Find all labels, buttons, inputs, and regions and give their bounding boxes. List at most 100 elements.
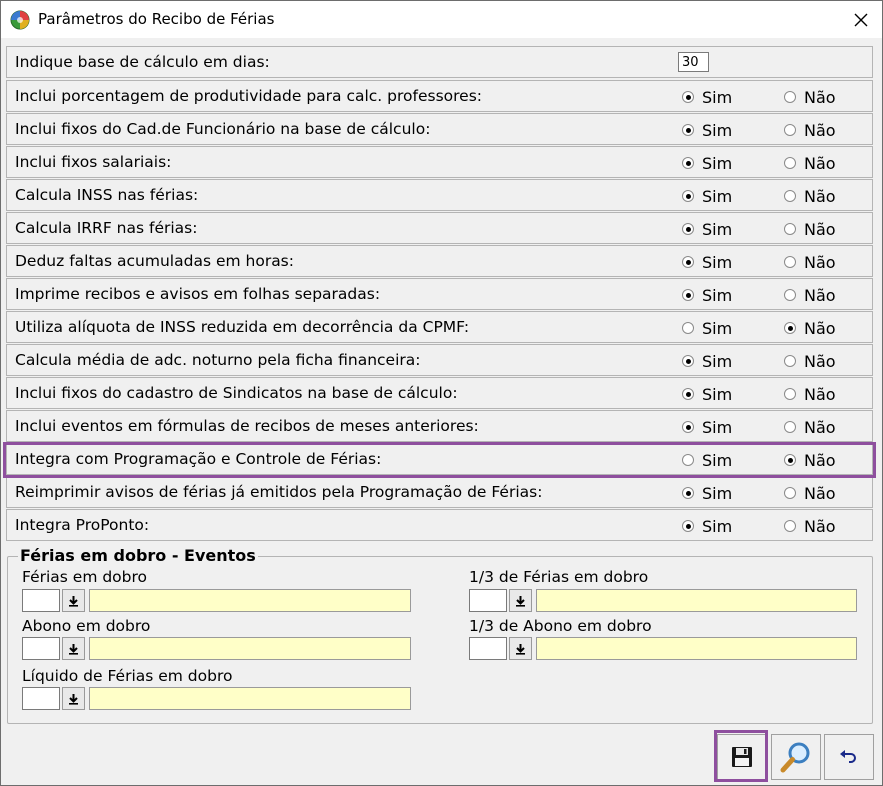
radio-sim[interactable]: Sim xyxy=(682,285,732,305)
radio-label: Sim xyxy=(702,351,733,371)
abono-dobro-code-input[interactable] xyxy=(22,637,60,660)
radio-circle-icon[interactable] xyxy=(682,421,694,433)
radio-circle-icon[interactable] xyxy=(784,487,796,499)
radio-circle-icon[interactable] xyxy=(682,223,694,235)
download-arrow-icon xyxy=(516,643,525,655)
radio-label: Sim xyxy=(702,516,733,536)
radio-label: Não xyxy=(804,87,836,107)
radio-circle-icon[interactable] xyxy=(682,388,694,400)
radio-sim[interactable]: Sim xyxy=(682,483,732,503)
liquido-ferias-dobro-code-input[interactable] xyxy=(22,687,60,710)
radio-sim[interactable]: Sim xyxy=(682,351,732,371)
ferias-dobro-lookup-button[interactable] xyxy=(62,589,85,612)
param-label: Calcula média de adc. noturno pela ficha… xyxy=(15,351,421,369)
radio-nao[interactable]: Não xyxy=(784,450,836,470)
radio-nao[interactable]: Não xyxy=(784,186,836,206)
terco-ferias-dobro-lookup-button[interactable] xyxy=(509,589,532,612)
radio-circle-icon[interactable] xyxy=(784,388,796,400)
radio-circle-icon[interactable] xyxy=(682,355,694,367)
radio-circle-icon[interactable] xyxy=(682,256,694,268)
radio-circle-icon[interactable] xyxy=(682,454,694,466)
terco-abono-dobro-code-input[interactable] xyxy=(469,637,507,660)
radio-label: Sim xyxy=(702,450,733,470)
radio-nao[interactable]: Não xyxy=(784,417,836,437)
param-row-base-calculo: Indique base de cálculo em dias: xyxy=(6,46,873,78)
terco-ferias-dobro-code-input[interactable] xyxy=(469,589,507,612)
radio-circle-icon[interactable] xyxy=(682,91,694,103)
param-row: Inclui fixos salariais: Sim Não xyxy=(6,146,873,178)
search-button[interactable] xyxy=(771,734,821,780)
param-row: Inclui fixos do Cad.de Funcionário na ba… xyxy=(6,113,873,145)
radio-nao[interactable]: Não xyxy=(784,285,836,305)
radio-label: Sim xyxy=(702,417,733,437)
radio-nao[interactable]: Não xyxy=(784,87,836,107)
radio-circle-icon[interactable] xyxy=(784,520,796,532)
radio-nao[interactable]: Não xyxy=(784,120,836,140)
radio-label: Sim xyxy=(702,219,733,239)
radio-label: Sim xyxy=(702,285,733,305)
radio-circle-icon[interactable] xyxy=(784,256,796,268)
liquido-ferias-dobro-lookup-button[interactable] xyxy=(62,687,85,710)
events-group-title: Férias em dobro - Eventos xyxy=(18,546,258,565)
ferias-dobro-code-input[interactable] xyxy=(22,589,60,612)
radio-sim[interactable]: Sim xyxy=(682,516,732,536)
param-row: Utiliza alíquota de INSS reduzida em dec… xyxy=(6,311,873,343)
param-label: Utiliza alíquota de INSS reduzida em dec… xyxy=(15,318,470,336)
radio-circle-icon[interactable] xyxy=(682,157,694,169)
radio-circle-icon[interactable] xyxy=(682,322,694,334)
radio-circle-icon[interactable] xyxy=(784,322,796,334)
download-arrow-icon xyxy=(69,643,78,655)
radio-circle-icon[interactable] xyxy=(784,454,796,466)
param-row: Reimprimir avisos de férias já emitidos … xyxy=(6,476,873,508)
radio-sim[interactable]: Sim xyxy=(682,120,732,140)
radio-circle-icon[interactable] xyxy=(784,190,796,202)
undo-button[interactable] xyxy=(824,734,874,780)
abono-dobro-description xyxy=(89,637,411,660)
radio-nao[interactable]: Não xyxy=(784,318,836,338)
field-label-ferias-dobro: Férias em dobro xyxy=(22,568,148,586)
radio-circle-icon[interactable] xyxy=(784,421,796,433)
param-label: Inclui porcentagem de produtividade para… xyxy=(15,87,482,105)
param-label: Inclui fixos do Cad.de Funcionário na ba… xyxy=(15,120,431,138)
field-label-terco-abono-dobro: 1/3 de Abono em dobro xyxy=(469,617,652,635)
base-days-input[interactable] xyxy=(678,52,709,72)
radio-sim[interactable]: Sim xyxy=(682,417,732,437)
radio-circle-icon[interactable] xyxy=(784,91,796,103)
radio-sim[interactable]: Sim xyxy=(682,153,732,173)
radio-circle-icon[interactable] xyxy=(682,289,694,301)
radio-circle-icon[interactable] xyxy=(682,190,694,202)
terco-abono-dobro-lookup-button[interactable] xyxy=(509,637,532,660)
app-globe-icon xyxy=(10,10,30,30)
radio-sim[interactable]: Sim xyxy=(682,450,732,470)
radio-circle-icon[interactable] xyxy=(682,520,694,532)
radio-nao[interactable]: Não xyxy=(784,483,836,503)
close-button[interactable] xyxy=(839,1,882,38)
param-label: Inclui fixos do cadastro de Sindicatos n… xyxy=(15,384,458,402)
radio-circle-icon[interactable] xyxy=(784,124,796,136)
abono-dobro-lookup-button[interactable] xyxy=(62,637,85,660)
radio-sim[interactable]: Sim xyxy=(682,384,732,404)
radio-circle-icon[interactable] xyxy=(784,157,796,169)
radio-circle-icon[interactable] xyxy=(784,223,796,235)
radio-nao[interactable]: Não xyxy=(784,252,836,272)
radio-nao[interactable]: Não xyxy=(784,219,836,239)
radio-circle-icon[interactable] xyxy=(682,487,694,499)
radio-nao[interactable]: Não xyxy=(784,153,836,173)
radio-sim[interactable]: Sim xyxy=(682,219,732,239)
radio-circle-icon[interactable] xyxy=(784,289,796,301)
radio-circle-icon[interactable] xyxy=(784,355,796,367)
radio-sim[interactable]: Sim xyxy=(682,186,732,206)
radio-sim[interactable]: Sim xyxy=(682,252,732,272)
radio-sim[interactable]: Sim xyxy=(682,318,732,338)
radio-nao[interactable]: Não xyxy=(784,516,836,536)
param-row: Integra com Programação e Controle de Fé… xyxy=(6,443,873,475)
param-row: Calcula IRRF nas férias: Sim Não xyxy=(6,212,873,244)
field-label-abono-dobro: Abono em dobro xyxy=(22,617,151,635)
param-label: Inclui fixos salariais: xyxy=(15,153,172,171)
radio-label: Não xyxy=(804,219,836,239)
radio-sim[interactable]: Sim xyxy=(682,87,732,107)
radio-nao[interactable]: Não xyxy=(784,351,836,371)
radio-circle-icon[interactable] xyxy=(682,124,694,136)
save-button[interactable] xyxy=(717,734,767,780)
radio-nao[interactable]: Não xyxy=(784,384,836,404)
